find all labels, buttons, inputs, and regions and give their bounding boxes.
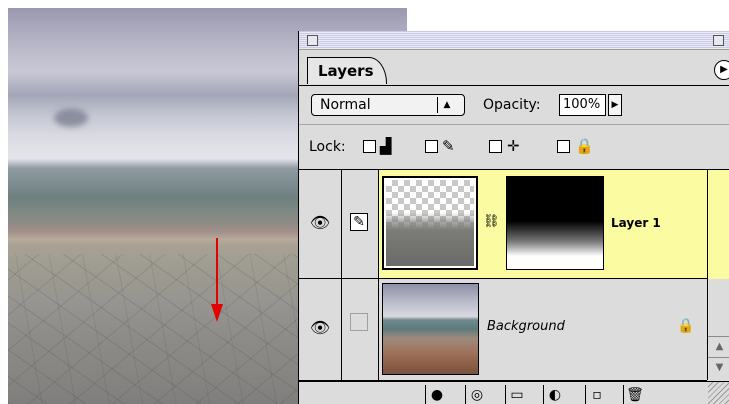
lock-position-checkbox[interactable] <box>489 140 502 153</box>
edit-mode-cell[interactable] <box>342 279 379 380</box>
palette-bottom-bar: ● ◎ ▭ ◐ ▫ 🗑 <box>299 381 729 404</box>
background-thumbnail[interactable] <box>382 283 479 375</box>
layer-mask-thumbnail[interactable] <box>506 176 604 270</box>
new-set-icon[interactable]: ▭ <box>505 385 528 404</box>
trash-icon[interactable]: 🗑 <box>623 385 646 404</box>
lock-transparency-checkbox[interactable] <box>363 140 376 153</box>
palette-menu-arrow-icon[interactable]: ▶ <box>714 60 729 80</box>
close-box-icon[interactable] <box>307 35 318 46</box>
lock-image-checkbox[interactable] <box>425 140 438 153</box>
palette-tab-row: Layers ▶ <box>299 50 729 86</box>
lock-row: Lock: ▟ ✎ ✛ 🔒 <box>299 125 729 170</box>
eye-icon[interactable]: 👁 <box>309 320 331 336</box>
visibility-cell[interactable]: 👁 <box>299 170 342 278</box>
edit-mode-cell[interactable]: ✎ <box>342 170 379 278</box>
paintbrush-icon: ✎ <box>442 137 455 155</box>
paintbrush-icon: ✎ <box>350 213 368 231</box>
scroll-up-arrow-icon[interactable]: ▲ <box>708 336 729 357</box>
layers-scrollbar[interactable]: ▲ ▼ <box>707 170 729 380</box>
layer-style-icon[interactable]: ● <box>425 385 448 404</box>
red-arrow-head <box>211 304 223 322</box>
opacity-label: Opacity: <box>483 97 541 113</box>
lock-label: Lock: <box>309 139 346 155</box>
transparency-grid-icon: ▟ <box>380 137 392 155</box>
collapse-box-icon[interactable] <box>713 35 724 46</box>
adjustment-layer-icon[interactable]: ◐ <box>543 385 566 404</box>
layers-palette: Layers ▶ Normal ▲ Opacity: 100% ▶ Lock: … <box>298 31 729 404</box>
blend-mode-value: Normal <box>320 97 371 113</box>
move-icon: ✛ <box>507 137 520 155</box>
empty-mode-box <box>350 313 368 331</box>
lock-all-checkbox[interactable] <box>557 140 570 153</box>
padlock-icon: 🔒 <box>575 137 594 155</box>
layer-name: Layer 1 <box>611 216 661 230</box>
padlock-icon: 🔒 <box>677 318 695 334</box>
tab-layers[interactable]: Layers <box>307 57 387 84</box>
transparency-thumbnail <box>386 180 474 266</box>
layers-list: 👁 ✎ ⛓ Layer 1 👁 Background 🔒 <box>299 170 707 381</box>
link-chain-icon[interactable]: ⛓ <box>483 210 500 234</box>
new-layer-icon[interactable]: ▫ <box>585 385 608 404</box>
layer-row-layer-1[interactable]: 👁 ✎ ⛓ Layer 1 <box>299 170 707 279</box>
up-down-arrows-icon: ▲ <box>437 97 456 113</box>
eye-icon[interactable]: 👁 <box>309 215 331 231</box>
palette-titlebar[interactable] <box>299 31 729 50</box>
visibility-cell[interactable]: 👁 <box>299 279 342 380</box>
add-mask-icon[interactable]: ◎ <box>465 385 488 404</box>
red-arrow-shaft <box>216 238 218 308</box>
opacity-input[interactable]: 100% <box>559 94 606 116</box>
cloud <box>54 109 88 127</box>
blend-mode-select[interactable]: Normal ▲ <box>311 94 465 116</box>
layer-row-background[interactable]: 👁 Background 🔒 <box>299 279 707 381</box>
opacity-slider-arrow-icon[interactable]: ▶ <box>608 94 622 116</box>
resize-grip-icon[interactable] <box>708 382 729 404</box>
blend-row: Normal ▲ Opacity: 100% ▶ <box>299 86 729 125</box>
layer-name: Background <box>487 319 565 334</box>
layer-thumbnail[interactable] <box>382 176 478 270</box>
scroll-down-arrow-icon[interactable]: ▼ <box>708 357 729 378</box>
